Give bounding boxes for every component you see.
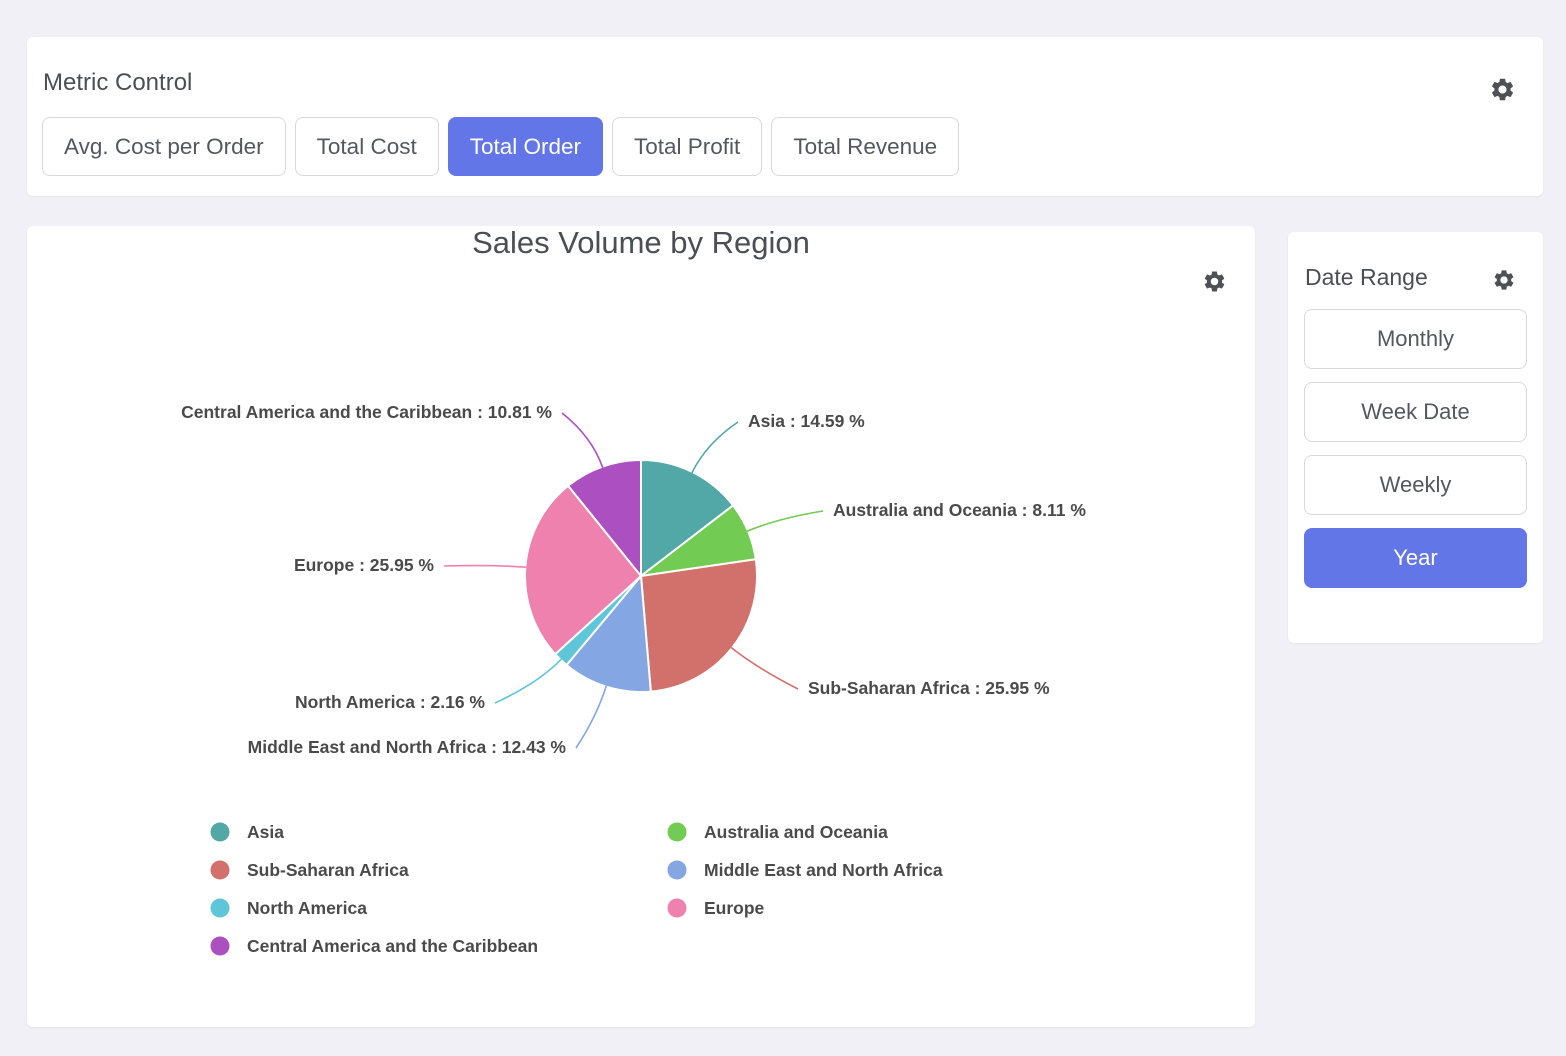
metric-control-title: Metric Control [43,70,192,96]
gear-icon [1492,268,1516,292]
pie-label-sub-saharan-africa: Sub-Saharan Africa : 25.95 % [808,678,1050,698]
legend-item-europe[interactable]: Europe [668,898,765,918]
legend-label-central-america-and-the-caribbean: Central America and the Caribbean [247,936,538,956]
legend-marker-sub-saharan-africa [211,861,230,880]
legend-label-asia: Asia [247,822,284,842]
legend-marker-asia [211,823,230,842]
gear-icon [1489,76,1516,103]
pie-slice-sub-saharan-africa[interactable] [641,559,757,691]
legend-marker-europe [668,899,687,918]
date-range-button-monthly[interactable]: Monthly [1304,309,1527,369]
sales-volume-chart-panel: Sales Volume by Region Asia : 14.59 %Aus… [27,226,1255,1027]
metric-button-total-profit[interactable]: Total Profit [612,117,762,176]
pie-label-line-australia-and-oceania [747,511,823,531]
legend-item-north-america[interactable]: North America [211,898,368,918]
pie-label-europe: Europe : 25.95 % [294,555,434,575]
metric-button-avg-cost-per-order[interactable]: Avg. Cost per Order [42,117,286,176]
pie-label-line-asia [692,422,738,473]
metric-button-total-cost[interactable]: Total Cost [295,117,439,176]
pie-label-line-central-america-and-the-caribbean [562,413,603,468]
pie-label-line-europe [444,566,526,568]
legend-item-middle-east-and-north-africa[interactable]: Middle East and North Africa [668,860,943,880]
date-range-panel: Date Range Monthly Week Date Weekly Year [1288,232,1543,643]
pie-label-asia: Asia : 14.59 % [748,411,865,431]
pie-label-central-america-and-the-caribbean: Central America and the Caribbean : 10.8… [181,402,552,422]
metric-control-panel: Metric Control Avg. Cost per OrderTotal … [27,37,1543,196]
pie-chart-svg: Asia : 14.59 % Australia and Oceania : 8.… [27,226,1255,1027]
pie-label-line-north-america [495,659,561,703]
legend-marker-central-america-and-the-caribbean [211,937,230,956]
date-range-button-group: Monthly Week Date Weekly Year [1304,309,1527,588]
metric-button-total-order[interactable]: Total Order [448,117,603,176]
legend-item-asia[interactable]: Asia [211,822,285,842]
legend-label-europe: Europe [704,898,765,918]
pie-label-middle-east-and-north-africa: Middle East and North Africa : 12.43 % [248,737,567,757]
legend-marker-middle-east-and-north-africa [668,861,687,880]
date-range-button-week-date[interactable]: Week Date [1304,382,1527,442]
date-range-button-weekly[interactable]: Weekly [1304,455,1527,515]
pie-label-north-america: North America : 2.16 % [295,692,485,712]
gear-icon[interactable] [1489,76,1516,103]
date-range-button-year[interactable]: Year [1304,528,1527,588]
legend-item-central-america-and-the-caribbean[interactable]: Central America and the Caribbean [211,936,539,956]
date-range-title: Date Range [1305,265,1428,290]
pie-label-australia-and-oceania: Australia and Oceania : 8.11 % [833,500,1086,520]
legend-item-australia-and-oceania[interactable]: Australia and Oceania [668,822,889,842]
pie-label-line-sub-saharan-africa [731,647,798,689]
legend-label-middle-east-and-north-africa: Middle East and North Africa [704,860,943,880]
legend-item-sub-saharan-africa[interactable]: Sub-Saharan Africa [211,860,410,880]
legend-label-sub-saharan-africa: Sub-Saharan Africa [247,860,409,880]
metric-button-group: Avg. Cost per OrderTotal CostTotal Order… [42,117,959,176]
legend-marker-north-america [211,899,230,918]
legend-label-australia-and-oceania: Australia and Oceania [704,822,888,842]
pie-label-line-middle-east-and-north-africa [576,686,606,748]
gear-icon[interactable] [1492,268,1516,292]
legend-label-north-america: North America [247,898,367,918]
legend-marker-australia-and-oceania [668,823,687,842]
metric-button-total-revenue[interactable]: Total Revenue [771,117,959,176]
